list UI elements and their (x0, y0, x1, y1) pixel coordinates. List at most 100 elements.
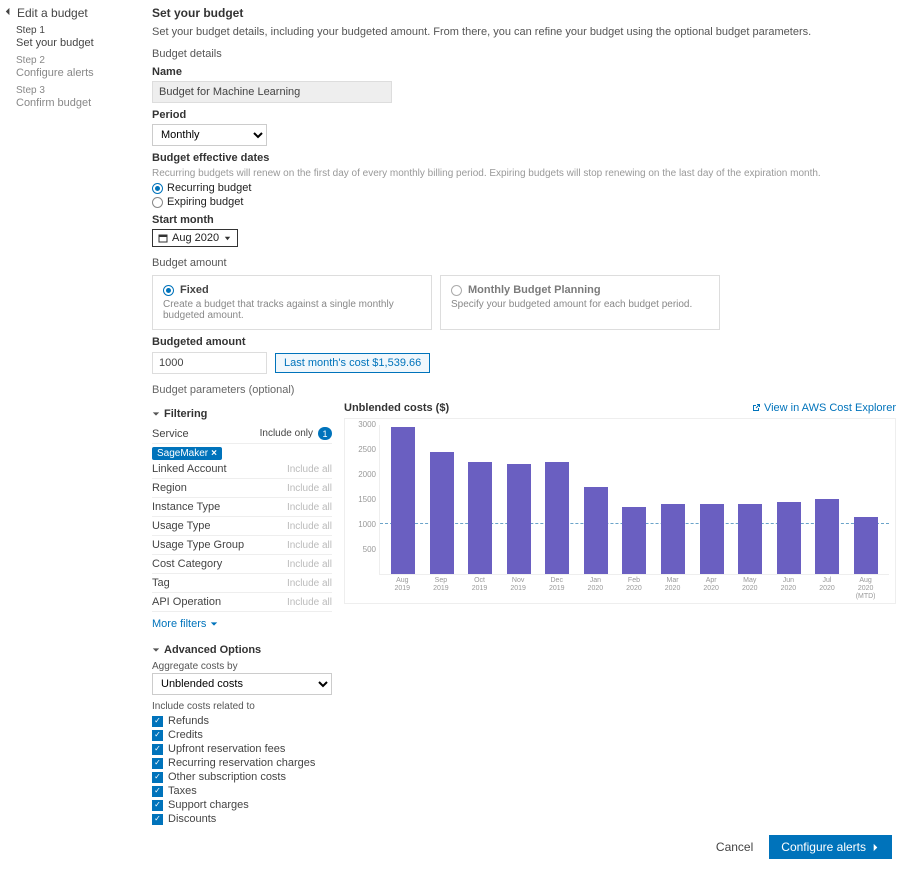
aggregate-select[interactable]: Unblended costs (152, 673, 332, 695)
bar (854, 517, 878, 575)
filter-linked-account[interactable]: Linked AccountInclude all (152, 460, 332, 479)
page-subtitle: Set your budget details, including your … (152, 26, 896, 38)
filter-usage-type[interactable]: Usage TypeInclude all (152, 517, 332, 536)
step-name: Configure alerts (16, 67, 136, 80)
service-count-badge: 1 (318, 427, 332, 440)
radio-icon (163, 285, 174, 296)
period-select[interactable]: Monthly (152, 124, 267, 146)
radio-icon (152, 197, 163, 208)
recurring-option[interactable]: Recurring budget (152, 182, 896, 194)
budgeted-amount-label: Budgeted amount (152, 336, 896, 348)
bar (430, 452, 454, 575)
last-month-cost[interactable]: Last month's cost $1,539.66 (275, 353, 430, 373)
step-3[interactable]: Step 3 Confirm budget (16, 84, 136, 110)
check-refunds[interactable]: Refunds (152, 715, 332, 727)
caret-down-icon (210, 620, 218, 628)
cost-chart: 50010001500200025003000 Aug2019Sep2019Oc… (344, 418, 896, 604)
radio-icon (451, 285, 462, 296)
include-only-label: Include only (260, 428, 313, 439)
main-panel: Set your budget Set your budget details,… (140, 0, 900, 869)
bar (507, 464, 531, 574)
step-1[interactable]: Step 1 Set your budget (16, 24, 136, 50)
card-title: Fixed (180, 284, 209, 296)
start-month-value: Aug 2020 (172, 232, 219, 244)
step-number: Step 3 (16, 84, 136, 97)
section-budget-details: Budget details (152, 48, 896, 60)
step-number: Step 2 (16, 54, 136, 67)
step-number: Step 1 (16, 24, 136, 37)
caret-down-icon (152, 410, 160, 418)
section-budget-amount: Budget amount (152, 257, 896, 269)
check-discounts[interactable]: Discounts (152, 813, 332, 825)
radio-label: Expiring budget (167, 196, 243, 208)
card-desc: Create a budget that tracks against a si… (163, 299, 421, 321)
checkbox-icon (152, 786, 163, 797)
bar (700, 504, 724, 574)
filter-api-operation[interactable]: API OperationInclude all (152, 593, 332, 612)
check-credits[interactable]: Credits (152, 729, 332, 741)
configure-alerts-button[interactable]: Configure alerts (769, 835, 892, 859)
chart-title: Unblended costs ($) (344, 402, 449, 414)
sidebar-title[interactable]: Edit a budget (17, 6, 88, 20)
wizard-sidebar: Edit a budget Step 1 Set your budget Ste… (0, 0, 140, 869)
remove-icon: × (211, 448, 217, 459)
checkbox-icon (152, 758, 163, 769)
filter-tag[interactable]: TagInclude all (152, 574, 332, 593)
card-desc: Specify your budgeted amount for each bu… (451, 299, 709, 310)
check-upfront-reservation-fees[interactable]: Upfront reservation fees (152, 743, 332, 755)
effective-dates-hint: Recurring budgets will renew on the firs… (152, 167, 896, 180)
aggregate-label: Aggregate costs by (152, 660, 332, 673)
step-name: Confirm budget (16, 97, 136, 110)
bar (622, 507, 646, 575)
radio-label: Recurring budget (167, 182, 251, 194)
include-costs-label: Include costs related to (152, 700, 332, 713)
caret-down-icon (223, 234, 232, 243)
card-title: Monthly Budget Planning (468, 284, 601, 296)
calendar-icon (158, 233, 168, 243)
start-month-picker[interactable]: Aug 2020 (152, 229, 238, 247)
caret-down-icon (152, 646, 160, 654)
check-recurring-reservation-charges[interactable]: Recurring reservation charges (152, 757, 332, 769)
page-title: Set your budget (152, 6, 896, 20)
bar (545, 462, 569, 575)
filter-usage-type-group[interactable]: Usage Type GroupInclude all (152, 536, 332, 555)
bar (468, 462, 492, 575)
name-label: Name (152, 66, 896, 78)
back-icon[interactable] (4, 7, 13, 19)
radio-icon (152, 183, 163, 194)
check-support-charges[interactable]: Support charges (152, 799, 332, 811)
filter-instance-type[interactable]: Instance TypeInclude all (152, 498, 332, 517)
bar (391, 427, 415, 575)
service-tag[interactable]: SageMaker × (152, 447, 222, 460)
checkbox-icon (152, 730, 163, 741)
fixed-card[interactable]: Fixed Create a budget that tracks agains… (152, 275, 432, 330)
cost-explorer-link[interactable]: View in AWS Cost Explorer (751, 402, 896, 414)
planning-card[interactable]: Monthly Budget Planning Specify your bud… (440, 275, 720, 330)
bar (815, 499, 839, 574)
period-label: Period (152, 109, 896, 121)
name-input[interactable] (152, 81, 392, 103)
section-budget-parameters: Budget parameters (optional) (152, 384, 896, 396)
more-filters-link[interactable]: More filters (152, 618, 218, 630)
check-other-subscription-costs[interactable]: Other subscription costs (152, 771, 332, 783)
step-name: Set your budget (16, 37, 136, 50)
checkbox-icon (152, 800, 163, 811)
effective-dates-label: Budget effective dates (152, 152, 896, 164)
checkbox-icon (152, 716, 163, 727)
budgeted-amount-input[interactable] (152, 352, 267, 374)
checkbox-icon (152, 814, 163, 825)
filter-service[interactable]: Service Include only 1 (152, 424, 332, 444)
filtering-header[interactable]: Filtering (152, 408, 332, 420)
cancel-button[interactable]: Cancel (708, 835, 761, 859)
bar (777, 502, 801, 575)
advanced-options-header[interactable]: Advanced Options (152, 644, 332, 656)
filter-cost-category[interactable]: Cost CategoryInclude all (152, 555, 332, 574)
expiring-option[interactable]: Expiring budget (152, 196, 896, 208)
check-taxes[interactable]: Taxes (152, 785, 332, 797)
bar (661, 504, 685, 574)
filter-region[interactable]: RegionInclude all (152, 479, 332, 498)
checkbox-icon (152, 772, 163, 783)
chevron-right-icon (871, 843, 880, 852)
step-2[interactable]: Step 2 Configure alerts (16, 54, 136, 80)
start-month-label: Start month (152, 214, 896, 226)
